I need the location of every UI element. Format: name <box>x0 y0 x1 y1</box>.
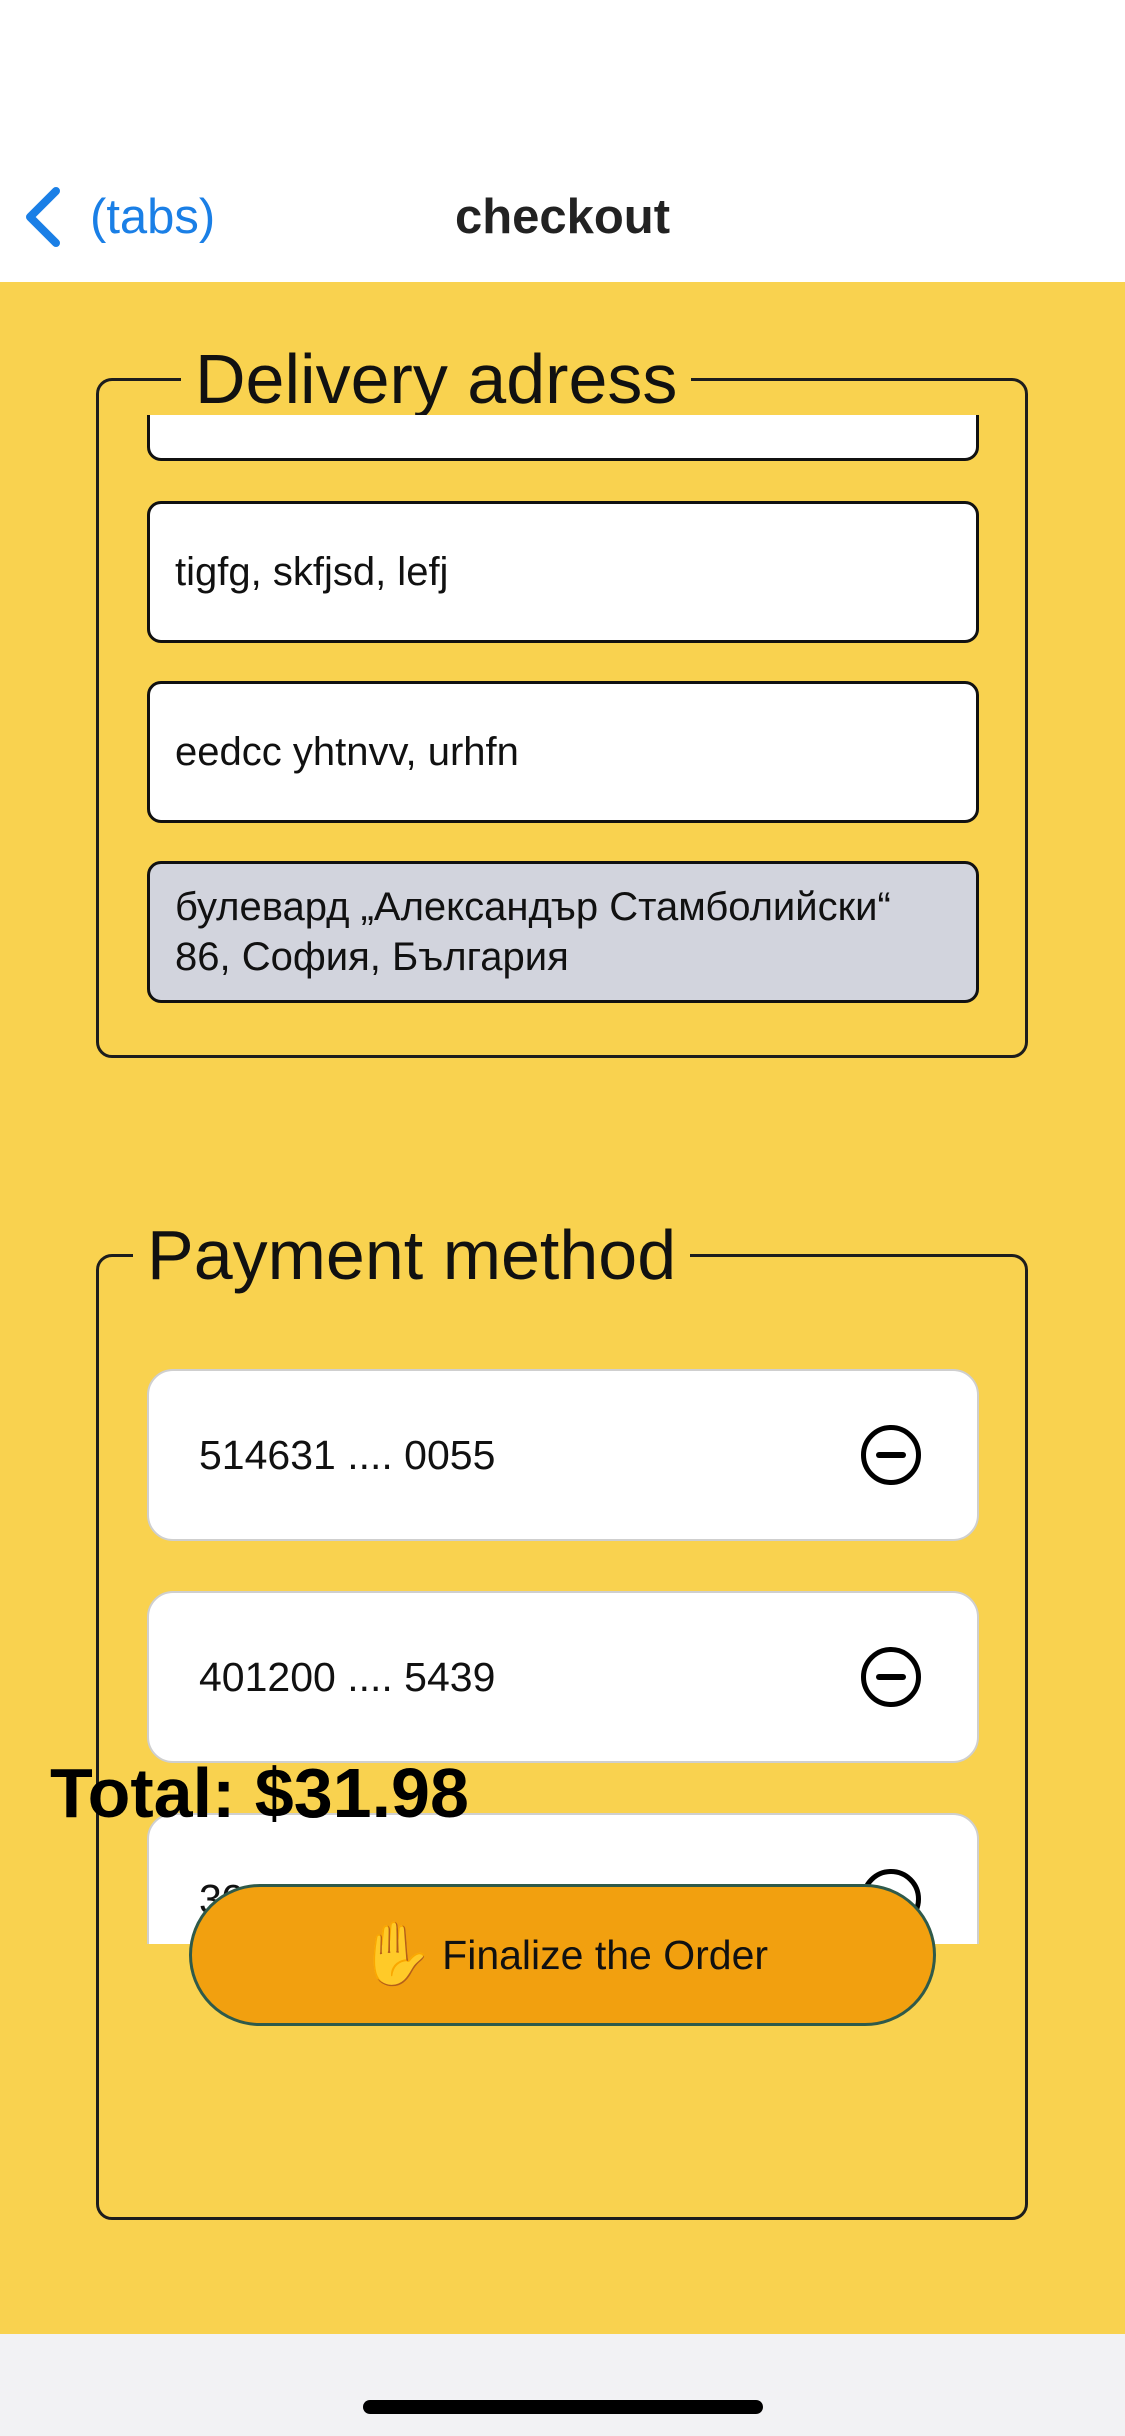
card-number: 401200 .... 5439 <box>199 1653 496 1700</box>
order-total: Total: $31.98 <box>50 1754 469 1832</box>
card-option[interactable]: 401200 .... 5439 <box>147 1591 979 1763</box>
finalize-order-button[interactable]: ✋ Finalize the Order <box>189 1884 936 2026</box>
raised-hand-icon: ✋ <box>356 1920 435 1989</box>
address-option-selected[interactable]: булевард „Александър Стамболийски“ 86, С… <box>147 861 979 1003</box>
address-list[interactable]: tigfg, skfjsd, lefj eedcc yhtnvv, urhfn … <box>99 415 1025 1025</box>
card-number: 514631 .... 0055 <box>199 1431 496 1478</box>
finalize-label: Finalize the Order <box>442 1931 769 1978</box>
address-option[interactable]: eedcc yhtnvv, urhfn <box>147 681 979 823</box>
home-indicator-area <box>0 2334 1125 2436</box>
remove-circle-icon[interactable] <box>861 1425 921 1485</box>
checkout-content: Delivery adress tigfg, skfjsd, lefj eedc… <box>0 282 1125 2334</box>
card-list[interactable]: 514631 .... 0055 401200 .... 5439 305515… <box>99 1317 1025 1944</box>
address-option[interactable] <box>147 415 979 461</box>
payment-method-section: Payment method 514631 .... 0055 401200 .… <box>96 1205 1028 2220</box>
home-indicator[interactable] <box>363 2400 763 2414</box>
delivery-address-legend: Delivery adress <box>181 329 692 429</box>
delivery-address-section: Delivery adress tigfg, skfjsd, lefj eedc… <box>96 329 1028 1058</box>
payment-method-legend: Payment method <box>133 1205 691 1305</box>
card-option[interactable]: 514631 .... 0055 <box>147 1369 979 1541</box>
navigation-bar: (tabs) checkout <box>0 0 1125 282</box>
remove-circle-icon[interactable] <box>861 1647 921 1707</box>
page-title: checkout <box>454 190 671 244</box>
address-option[interactable]: tigfg, skfjsd, lefj <box>147 501 979 643</box>
